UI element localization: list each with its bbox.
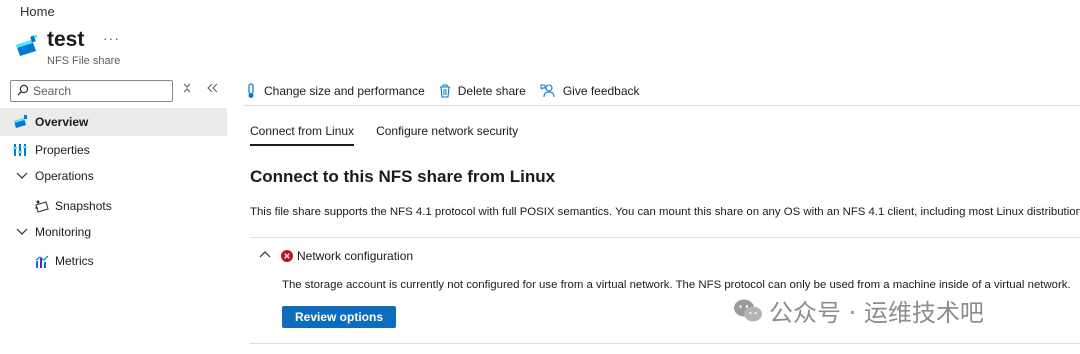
search-icon: [17, 84, 29, 99]
give-feedback-button[interactable]: Give feedback: [540, 83, 640, 99]
sidebar-group-label: Monitoring: [35, 225, 92, 239]
divider: [250, 237, 1080, 238]
more-options-button[interactable]: ···: [103, 30, 120, 46]
command-bar: Change size and performance Delete share…: [245, 80, 654, 102]
toolbar-divider: [243, 105, 1080, 106]
trash-icon: [439, 84, 450, 98]
feedback-icon: [540, 84, 555, 98]
file-share-icon: [13, 114, 29, 130]
section-title: Connect to this NFS share from Linux: [250, 167, 556, 186]
sidebar-group-monitoring[interactable]: Monitoring: [0, 218, 227, 246]
sidebar-item-label: Metrics: [55, 254, 94, 268]
network-configuration-header[interactable]: Network configuration: [297, 249, 413, 263]
delete-share-button[interactable]: Delete share: [439, 84, 526, 98]
metrics-icon: [34, 253, 50, 269]
sidebar-item-snapshots[interactable]: Snapshots: [0, 192, 227, 220]
sidebar-item-label: Overview: [35, 115, 89, 129]
thermometer-icon: [248, 83, 254, 98]
file-share-icon: [14, 33, 40, 59]
give-feedback-label: Give feedback: [562, 84, 640, 98]
resource-type: NFS File share: [47, 55, 121, 67]
sidebar-item-overview[interactable]: Overview: [0, 108, 227, 136]
page-title: test: [47, 28, 85, 51]
sidebar-group-operations[interactable]: Operations: [0, 162, 227, 190]
sidebar-item-label: Properties: [35, 143, 90, 157]
tab-connect-from-linux[interactable]: Connect from Linux: [250, 124, 355, 146]
watermark-text: 公众号 · 运维技术吧: [769, 299, 984, 327]
review-options-button[interactable]: Review options: [282, 306, 396, 328]
collapse-sidebar-icon[interactable]: [207, 82, 218, 97]
divider: [250, 343, 1080, 344]
sidebar-item-metrics[interactable]: Metrics: [0, 247, 227, 275]
watermark: 公众号 · 运维技术吧: [733, 293, 984, 328]
sidebar-item-properties[interactable]: Properties: [0, 136, 227, 164]
network-configuration-message: The storage account is currently not con…: [282, 279, 1071, 291]
properties-icon: [12, 142, 28, 158]
filter-clear-icon[interactable]: [182, 82, 192, 97]
snapshots-icon: [34, 198, 50, 214]
error-icon: [281, 250, 293, 265]
sidebar-group-label: Operations: [35, 169, 94, 183]
section-description: This file share supports the NFS 4.1 pro…: [250, 206, 1080, 218]
tab-configure-network-security[interactable]: Configure network security: [376, 124, 518, 146]
chevron-down-icon: [14, 168, 30, 184]
chevron-up-icon[interactable]: [259, 247, 271, 261]
delete-share-label: Delete share: [457, 84, 526, 98]
change-size-label: Change size and performance: [264, 84, 425, 98]
change-size-button[interactable]: Change size and performance: [245, 83, 425, 99]
search-input[interactable]: [33, 84, 168, 98]
tab-list: Connect from Linux Configure network sec…: [250, 124, 540, 146]
breadcrumb-home-link[interactable]: Home: [20, 4, 55, 19]
sidebar-item-label: Snapshots: [55, 199, 112, 213]
chevron-down-icon: [14, 224, 30, 240]
search-box[interactable]: [10, 80, 173, 102]
wechat-icon: [734, 299, 762, 321]
